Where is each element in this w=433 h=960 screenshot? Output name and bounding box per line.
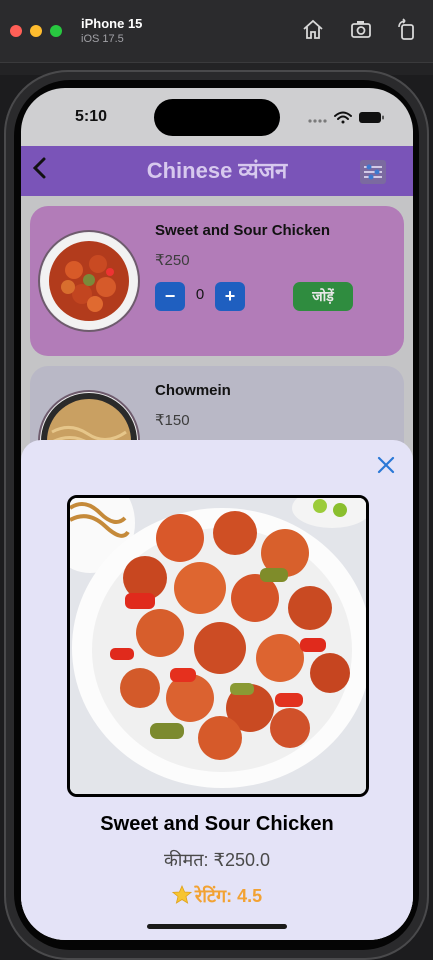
- decrease-quantity-button[interactable]: −: [155, 282, 185, 311]
- detail-dish-name: Sweet and Sour Chicken: [100, 813, 334, 835]
- quantity-value: 0: [195, 286, 205, 303]
- filter-icon[interactable]: [358, 158, 388, 186]
- device-name: iPhone 15: [81, 16, 143, 31]
- star-icon: [171, 885, 192, 904]
- detail-rating: रेटिंग: 4.5: [21, 884, 413, 908]
- cellular-icon: [308, 119, 327, 123]
- nav-title: Chinese व्यंजन: [146, 158, 288, 183]
- rotate-icon[interactable]: [395, 18, 419, 42]
- dish-name: Chowmein: [155, 382, 231, 399]
- status-time: 5:10: [75, 108, 108, 125]
- dish-thumbnail: [40, 232, 138, 330]
- increase-quantity-button[interactable]: +: [215, 282, 245, 311]
- dish-price: ₹250: [155, 252, 190, 269]
- simulator-title-bar: iPhone 15 iOS 17.5: [0, 0, 433, 63]
- home-icon[interactable]: [301, 18, 325, 42]
- dish-image: [67, 495, 369, 797]
- wifi-icon: [334, 111, 352, 124]
- battery-icon: [359, 112, 384, 123]
- detail-dish-price: कीमत: ₹250.0: [163, 850, 270, 870]
- dish-name: Sweet and Sour Chicken: [155, 222, 331, 239]
- screenshot-icon[interactable]: [349, 18, 373, 42]
- close-icon[interactable]: [377, 456, 395, 474]
- dish-price: ₹150: [155, 412, 190, 429]
- phone-screen: 5:10 Chinese व्यंजन Sweet and Sour Chick…: [21, 88, 413, 940]
- status-icons: [308, 111, 384, 124]
- close-window-button[interactable]: [10, 25, 22, 37]
- device-os-version: iOS 17.5: [81, 33, 124, 45]
- menu-item-card[interactable]: Sweet and Sour Chicken ₹250 − 0 + जोड़ें: [30, 206, 404, 356]
- dynamic-island: [154, 99, 280, 136]
- add-to-cart-button[interactable]: जोड़ें: [293, 282, 353, 311]
- chevron-left-icon[interactable]: [27, 154, 53, 184]
- rating-text: रेटिंग: 4.5: [194, 886, 263, 906]
- minimize-window-button[interactable]: [30, 25, 42, 37]
- dish-detail-sheet: Sweet and Sour Chicken कीमत: ₹250.0 रेटि…: [21, 440, 413, 940]
- nav-bar: Chinese व्यंजन: [21, 146, 413, 196]
- home-indicator[interactable]: [147, 924, 287, 929]
- zoom-window-button[interactable]: [50, 25, 62, 37]
